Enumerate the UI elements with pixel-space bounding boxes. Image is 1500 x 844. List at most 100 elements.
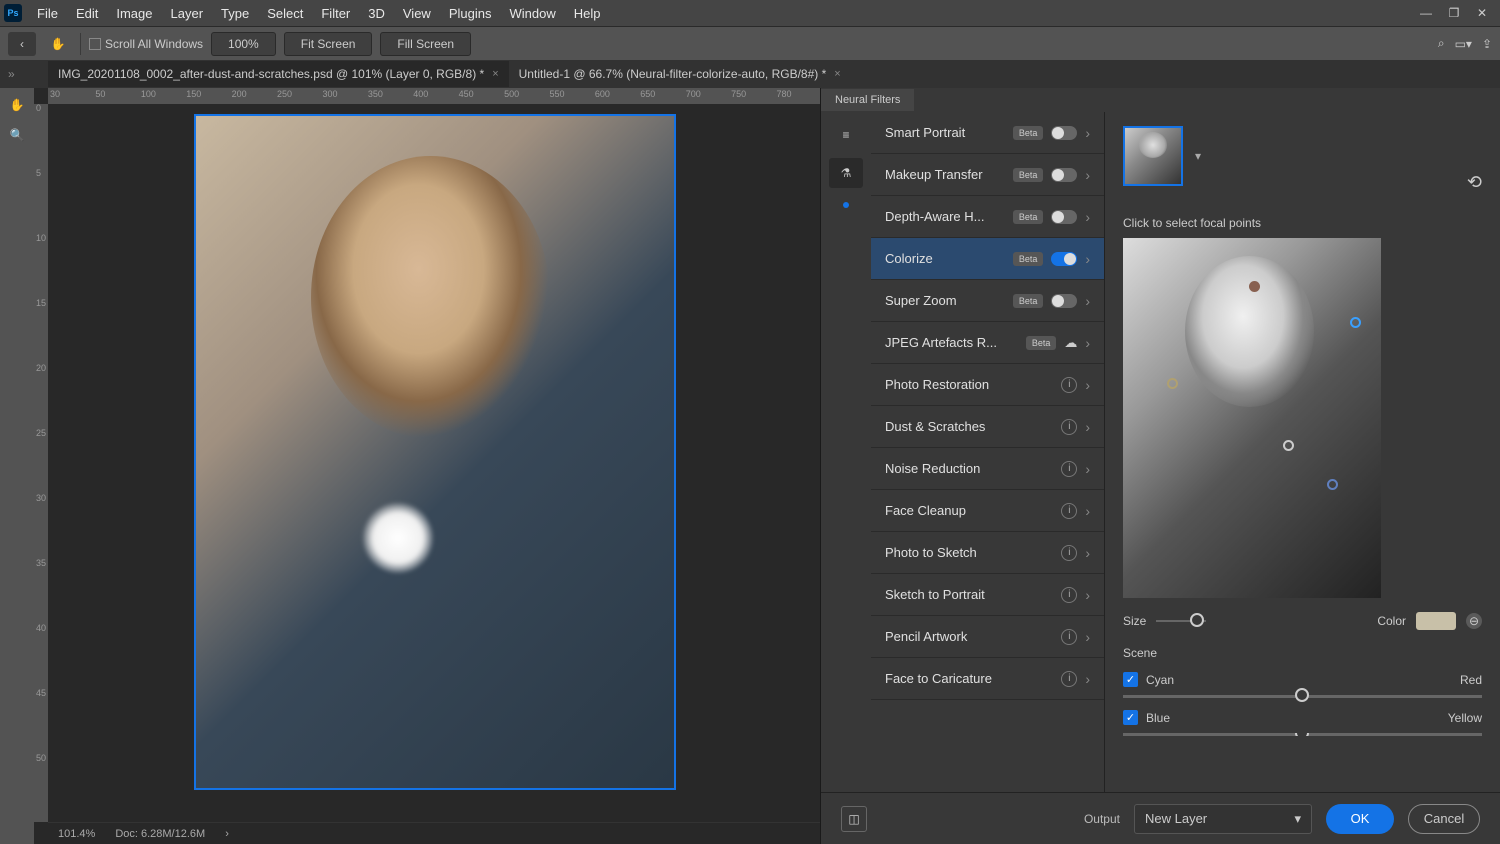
- back-button[interactable]: ‹: [8, 32, 36, 56]
- chevron-right-icon[interactable]: ›: [1085, 335, 1090, 351]
- focal-point[interactable]: [1249, 281, 1260, 292]
- menu-plugins[interactable]: Plugins: [440, 6, 501, 21]
- search-icon[interactable]: ⌕: [1438, 36, 1445, 51]
- chevron-down-icon[interactable]: ▾: [1195, 149, 1201, 163]
- filter-toggle[interactable]: [1051, 126, 1077, 140]
- filter-row[interactable]: Makeup TransferBeta›: [871, 154, 1104, 196]
- filter-row[interactable]: Noise Reduction i ›: [871, 448, 1104, 490]
- chevron-right-icon[interactable]: ›: [1085, 251, 1090, 267]
- reset-icon[interactable]: ⟲: [1467, 172, 1482, 193]
- cloud-icon[interactable]: ☁: [1064, 335, 1077, 351]
- fill-screen-button[interactable]: Fill Screen: [380, 32, 471, 56]
- cyan-checkbox[interactable]: ✓: [1123, 672, 1138, 687]
- cancel-button[interactable]: Cancel: [1408, 804, 1480, 834]
- chevron-right-icon[interactable]: ›: [1085, 503, 1090, 519]
- chevron-right-icon[interactable]: ›: [1085, 377, 1090, 393]
- menu-edit[interactable]: Edit: [67, 6, 107, 21]
- menu-select[interactable]: Select: [258, 6, 312, 21]
- info-icon[interactable]: i: [1061, 461, 1077, 477]
- menu-file[interactable]: File: [28, 6, 67, 21]
- hand-tool-icon[interactable]: ✋: [44, 32, 72, 56]
- filter-row[interactable]: Sketch to Portraiti›: [871, 574, 1104, 616]
- layer-icon[interactable]: ◫: [841, 806, 867, 832]
- beaker-icon[interactable]: ⚗: [829, 158, 863, 188]
- fit-screen-button[interactable]: Fit Screen: [284, 32, 373, 56]
- face-thumbnail[interactable]: [1123, 126, 1183, 186]
- menu-layer[interactable]: Layer: [162, 6, 213, 21]
- remove-color-icon[interactable]: ⊖: [1466, 613, 1482, 629]
- share-icon[interactable]: ⇪: [1482, 37, 1492, 51]
- color-swatch[interactable]: [1416, 612, 1456, 630]
- info-icon[interactable]: i: [1061, 545, 1077, 561]
- menu-filter[interactable]: Filter: [312, 6, 359, 21]
- zoom-tool-icon[interactable]: 🔍: [4, 122, 30, 148]
- close-icon[interactable]: ✕: [1468, 3, 1496, 23]
- chevron-right-icon[interactable]: ›: [1085, 671, 1090, 687]
- menu-3d[interactable]: 3D: [359, 6, 394, 21]
- filter-row[interactable]: Smart PortraitBeta›: [871, 112, 1104, 154]
- blue-checkbox[interactable]: ✓: [1123, 710, 1138, 725]
- yellow-label: Yellow: [1448, 711, 1482, 725]
- filter-row[interactable]: Face to Caricaturei›: [871, 658, 1104, 700]
- menu-type[interactable]: Type: [212, 6, 258, 21]
- workspace-icon[interactable]: ▭▾: [1455, 37, 1472, 51]
- filter-row[interactable]: Super ZoomBeta›: [871, 280, 1104, 322]
- doc-tab-2[interactable]: Untitled-1 @ 66.7% (Neural-filter-colori…: [509, 61, 851, 87]
- filter-toggle[interactable]: [1051, 210, 1077, 224]
- filter-row[interactable]: Photo Restorationi›: [871, 364, 1104, 406]
- expand-icon[interactable]: »: [8, 67, 15, 81]
- filter-row[interactable]: Face Cleanupi›: [871, 490, 1104, 532]
- info-icon[interactable]: i: [1061, 377, 1077, 393]
- chevron-right-icon[interactable]: ›: [1085, 293, 1090, 309]
- info-icon[interactable]: i: [1061, 629, 1077, 645]
- chevron-right-icon[interactable]: ›: [1085, 209, 1090, 225]
- menu-image[interactable]: Image: [107, 6, 161, 21]
- info-icon[interactable]: i: [1061, 503, 1077, 519]
- scroll-all-checkbox[interactable]: Scroll All Windows: [89, 37, 203, 51]
- doc-tab-1[interactable]: IMG_20201108_0002_after-dust-and-scratch…: [48, 61, 509, 87]
- chevron-right-icon[interactable]: ›: [1085, 587, 1090, 603]
- minimize-icon[interactable]: —: [1412, 3, 1440, 23]
- focal-point[interactable]: [1327, 479, 1338, 490]
- focal-point[interactable]: [1283, 440, 1294, 451]
- menu-window[interactable]: Window: [500, 6, 564, 21]
- filter-toggle[interactable]: [1051, 168, 1077, 182]
- filter-row[interactable]: Pencil Artworki›: [871, 616, 1104, 658]
- chevron-right-icon[interactable]: ›: [1085, 125, 1090, 141]
- status-chevron-icon[interactable]: ›: [225, 828, 229, 840]
- chevron-right-icon[interactable]: ›: [1085, 461, 1090, 477]
- menu-help[interactable]: Help: [565, 6, 610, 21]
- filter-name: Noise Reduction: [885, 461, 1053, 476]
- filter-row[interactable]: Depth-Aware H...Beta›: [871, 196, 1104, 238]
- document-canvas[interactable]: [194, 114, 676, 790]
- sliders-icon[interactable]: ≡: [829, 120, 863, 150]
- chevron-right-icon[interactable]: ›: [1085, 629, 1090, 645]
- focal-point[interactable]: [1167, 378, 1178, 389]
- filter-row[interactable]: JPEG Artefacts R...Beta☁›: [871, 322, 1104, 364]
- tab-close-icon[interactable]: ×: [492, 68, 498, 80]
- filter-row[interactable]: ColorizeBeta›: [871, 238, 1104, 280]
- filter-row[interactable]: Dust & Scratchesi›: [871, 406, 1104, 448]
- cyan-red-slider[interactable]: [1123, 695, 1482, 698]
- focal-preview[interactable]: [1123, 238, 1381, 598]
- menu-view[interactable]: View: [394, 6, 440, 21]
- output-select[interactable]: New Layer▾: [1134, 804, 1312, 834]
- chevron-right-icon[interactable]: ›: [1085, 419, 1090, 435]
- info-icon[interactable]: i: [1061, 419, 1077, 435]
- blue-yellow-slider[interactable]: [1123, 733, 1482, 736]
- info-icon[interactable]: i: [1061, 671, 1077, 687]
- filter-row[interactable]: Photo to Sketch i ›: [871, 532, 1104, 574]
- filter-toggle[interactable]: [1051, 252, 1077, 266]
- maximize-icon[interactable]: ❐: [1440, 3, 1468, 23]
- size-slider[interactable]: [1156, 620, 1206, 622]
- focal-point[interactable]: [1350, 317, 1361, 328]
- filter-name: Photo to Sketch: [885, 545, 1053, 560]
- chevron-right-icon[interactable]: ›: [1085, 167, 1090, 183]
- filter-toggle[interactable]: [1051, 294, 1077, 308]
- zoom-value[interactable]: 100%: [211, 32, 276, 56]
- hand-tool-icon[interactable]: ✋: [4, 92, 30, 118]
- chevron-right-icon[interactable]: ›: [1085, 545, 1090, 561]
- tab-close-icon[interactable]: ×: [834, 68, 840, 80]
- ok-button[interactable]: OK: [1326, 804, 1394, 834]
- info-icon[interactable]: i: [1061, 587, 1077, 603]
